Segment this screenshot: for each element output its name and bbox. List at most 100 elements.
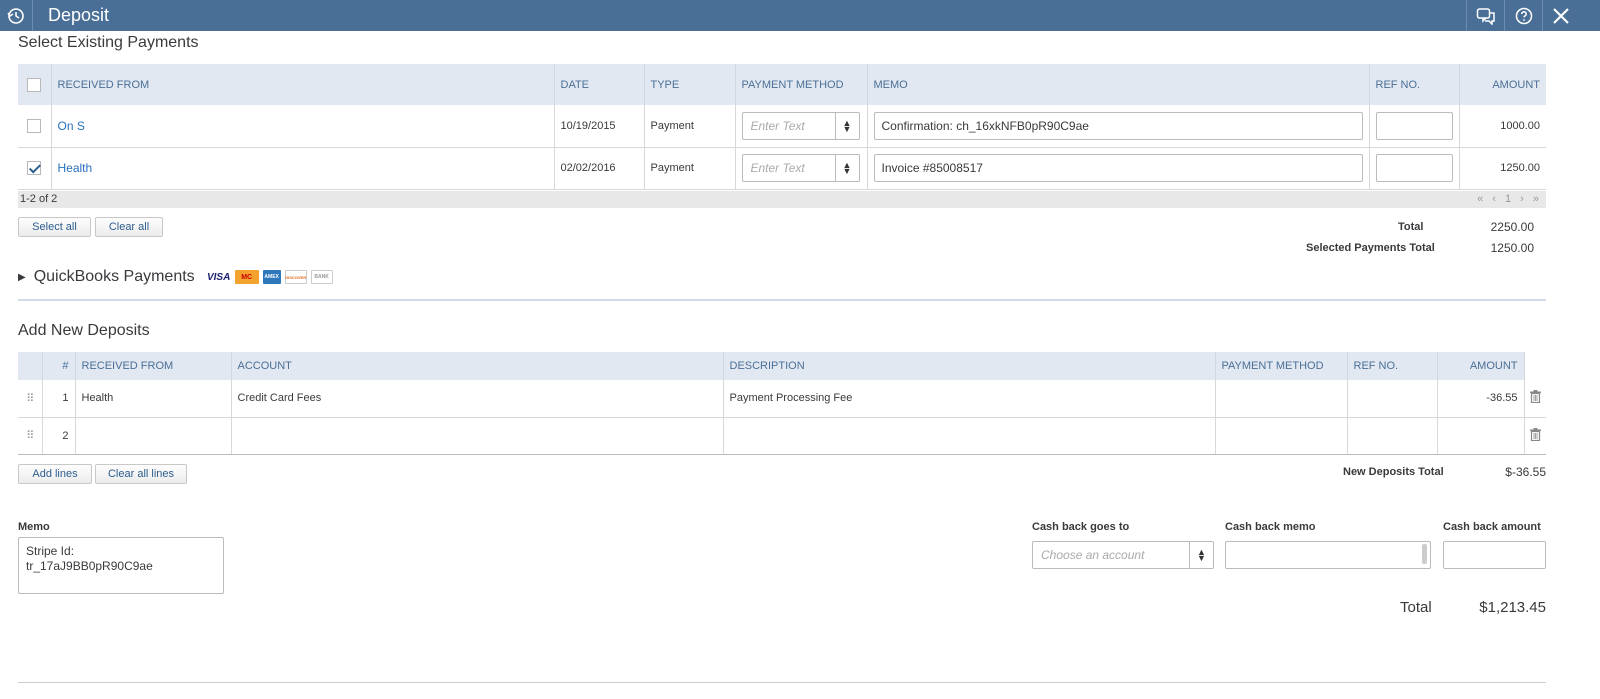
delete-row-icon[interactable] xyxy=(1529,427,1541,441)
help-icon[interactable] xyxy=(1504,0,1542,31)
clear-all-button[interactable]: Clear all xyxy=(95,217,163,237)
memo-input[interactable]: Confirmation: ch_16xkNFB0pR90C9ae xyxy=(873,111,1363,140)
ref-no-input[interactable] xyxy=(1375,154,1453,182)
line-number: 1 xyxy=(42,380,76,418)
selected-total-value: 1250.00 xyxy=(1490,241,1534,255)
bank-icon: BANK xyxy=(310,270,333,284)
delete-row-icon[interactable] xyxy=(1529,390,1541,404)
column-account: ACCOUNT xyxy=(231,352,724,380)
feedback-icon[interactable] xyxy=(1466,0,1504,31)
cash-back-memo-label: Cash back memo xyxy=(1225,521,1316,533)
amount-cell: 1250.00 xyxy=(1459,147,1546,190)
drag-handle-icon[interactable]: ⠿ xyxy=(26,430,34,442)
received-from-cell[interactable] xyxy=(75,417,232,455)
cash-back-amount-input[interactable] xyxy=(1443,541,1546,569)
column-memo[interactable]: MEMO xyxy=(867,64,1370,105)
payment-method-select[interactable]: Enter Text ▲ ▼ xyxy=(741,111,860,140)
memo-input[interactable]: Invoice #85008517 xyxy=(873,154,1363,182)
received-from-link[interactable]: On S xyxy=(51,105,555,148)
line-number: 2 xyxy=(42,417,76,455)
section-divider xyxy=(18,299,1546,301)
existing-payments-title: Select Existing Payments xyxy=(18,34,199,51)
payment-method-placeholder: Enter Text xyxy=(750,118,805,133)
column-date[interactable]: DATE xyxy=(554,64,645,105)
ref-no-cell[interactable] xyxy=(1347,417,1438,455)
payment-method-placeholder: Enter Text xyxy=(750,161,805,175)
description-cell[interactable] xyxy=(723,417,1216,455)
column-received-from[interactable]: RECEIVED FROM xyxy=(51,64,555,105)
new-deposits-total-label: New Deposits Total xyxy=(1343,466,1444,478)
mastercard-icon: MC xyxy=(234,270,259,284)
account-cell[interactable] xyxy=(231,417,724,455)
column-received-from: RECEIVED FROM xyxy=(75,352,232,380)
received-from-cell[interactable]: Health xyxy=(75,380,232,418)
ref-no-input[interactable] xyxy=(1375,111,1453,140)
date-cell: 10/19/2015 xyxy=(554,105,645,148)
amex-icon: AMEX xyxy=(262,270,281,284)
table-row[interactable]: ⠿ 2 xyxy=(18,417,1546,455)
amount-cell: 1000.00 xyxy=(1459,105,1546,148)
amount-cell[interactable]: -36.55 xyxy=(1437,380,1525,418)
close-icon[interactable] xyxy=(1542,0,1600,31)
column-ref-no: REF NO. xyxy=(1347,352,1438,380)
drag-handle-icon[interactable]: ⠿ xyxy=(26,393,34,405)
select-all-button[interactable]: Select all xyxy=(18,217,91,237)
column-payment-method[interactable]: PAYMENT METHOD xyxy=(735,64,868,105)
selected-total-label: Selected Payments Total xyxy=(1306,242,1435,254)
column-amount: AMOUNT xyxy=(1437,352,1525,380)
type-cell: Payment xyxy=(644,105,736,148)
bottom-divider xyxy=(18,682,1546,683)
pagination-bar: 1-2 of 2 « ‹ 1 › » xyxy=(18,191,1546,208)
visa-icon: VISA xyxy=(206,271,231,283)
pagination-nav[interactable]: « ‹ 1 › » xyxy=(1477,193,1542,205)
column-ref-no[interactable]: REF NO. xyxy=(1369,64,1460,105)
cash-back-to-label: Cash back goes to xyxy=(1032,521,1130,533)
column-type[interactable]: TYPE xyxy=(644,64,736,105)
pagination-range: 1-2 of 2 xyxy=(20,193,58,205)
account-cell[interactable]: Credit Card Fees xyxy=(231,380,724,418)
select-all-checkbox[interactable] xyxy=(27,77,42,92)
ref-no-cell[interactable] xyxy=(1347,380,1438,418)
table-header-row: # RECEIVED FROM ACCOUNT DESCRIPTION PAYM… xyxy=(18,352,1546,380)
row-checkbox[interactable] xyxy=(27,118,42,133)
scrollbar[interactable] xyxy=(1422,544,1427,564)
total-label: Total xyxy=(1398,221,1424,233)
cash-back-memo-input[interactable] xyxy=(1225,541,1431,569)
new-deposits-table: # RECEIVED FROM ACCOUNT DESCRIPTION PAYM… xyxy=(18,352,1546,455)
select-arrow-icon: ▲ ▼ xyxy=(834,112,859,139)
payment-method-cell[interactable] xyxy=(1215,380,1348,418)
memo-textarea[interactable]: Stripe Id: tr_17aJ9BB0pR90C9ae xyxy=(18,537,224,594)
table-row: Health 02/02/2016 Payment Enter Text ▲ ▼ … xyxy=(18,147,1546,190)
title-bar: Deposit xyxy=(0,0,1600,31)
cash-back-amount-label: Cash back amount xyxy=(1443,521,1541,533)
date-cell: 02/02/2016 xyxy=(554,147,645,190)
column-amount[interactable]: AMOUNT xyxy=(1459,64,1546,105)
received-from-link[interactable]: Health xyxy=(51,147,555,190)
existing-payments-table: RECEIVED FROM DATE TYPE PAYMENT METHOD M… xyxy=(18,64,1546,190)
quickbooks-payments-toggle[interactable]: ▶ QuickBooks Payments VISA MC AMEX DISCO… xyxy=(18,268,333,286)
expand-triangle-icon: ▶ xyxy=(18,271,26,283)
description-cell[interactable]: Payment Processing Fee xyxy=(723,380,1216,418)
grand-total-value: $1,213.45 xyxy=(1479,599,1546,616)
column-description: DESCRIPTION xyxy=(723,352,1216,380)
table-row[interactable]: ⠿ 1 Health Credit Card Fees Payment Proc… xyxy=(18,380,1546,418)
recent-transactions-icon[interactable] xyxy=(0,0,33,31)
payment-method-select[interactable]: Enter Text ▲ ▼ xyxy=(741,154,860,182)
table-row: On S 10/19/2015 Payment Enter Text ▲ ▼ Co… xyxy=(18,105,1546,148)
clear-all-lines-button[interactable]: Clear all lines xyxy=(95,464,187,484)
new-deposits-total-value: $-36.55 xyxy=(1505,465,1546,479)
select-all-checkbox-cell[interactable] xyxy=(18,64,52,105)
amount-cell[interactable] xyxy=(1437,417,1525,455)
discover-icon: DISCOVER xyxy=(284,270,307,284)
cash-back-account-placeholder: Choose an account xyxy=(1041,548,1145,562)
row-checkbox[interactable] xyxy=(27,161,42,175)
grand-total-label: Total xyxy=(1400,599,1432,616)
new-deposits-title: Add New Deposits xyxy=(18,322,150,339)
column-line-number: # xyxy=(42,352,76,380)
cash-back-account-select[interactable]: Choose an account ▲ ▼ xyxy=(1032,541,1214,569)
payment-method-cell[interactable] xyxy=(1215,417,1348,455)
memo-label: Memo xyxy=(18,521,50,533)
table-header-row: RECEIVED FROM DATE TYPE PAYMENT METHOD M… xyxy=(18,64,1546,105)
window-title: Deposit xyxy=(48,5,110,25)
add-lines-button[interactable]: Add lines xyxy=(18,464,92,484)
